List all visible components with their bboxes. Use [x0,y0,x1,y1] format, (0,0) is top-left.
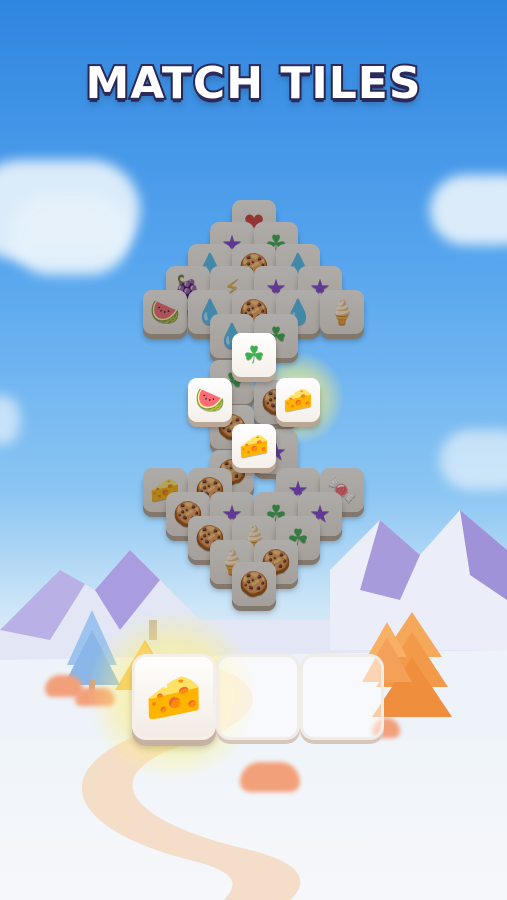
bush [240,762,300,792]
tile[interactable]: ☘ [232,333,276,377]
tile[interactable]: 🍉 [188,378,232,422]
clover-icon: ☘ [243,341,265,369]
tile[interactable]: 🧀 [232,424,276,468]
tray-slot-3 [300,654,384,740]
cheese-icon: 🧀 [145,669,203,724]
tray-slot-2 [216,654,300,740]
cheese-icon: 🧀 [239,432,269,460]
cookie-icon: 🍪 [239,570,269,598]
ice-cream-icon: 🍦 [327,298,357,326]
cloud-left-low [0,395,20,445]
cloud-right [430,175,507,245]
game-scene: MATCH TILES ❤★☘💧🍪💧🍇⚡★★🍉💧🍪💧🍦💧☘☘🍪🍪★🍪🧀🍪★🍬🍪★… [0,0,507,900]
tray-slot-1: 🧀 [132,654,216,740]
watermelon-icon: 🍉 [195,386,225,414]
match-tray: 🧀 [88,610,384,780]
watermelon-icon: 🍉 [150,298,180,326]
tile: 🍉 [143,290,187,334]
cloud-left-puff [10,195,130,275]
cheese-icon: 🧀 [283,386,313,414]
tile[interactable]: 🧀 [276,378,320,422]
tile: 🍪 [232,562,276,606]
game-title: MATCH TILES [83,56,422,111]
tile: 🍦 [320,290,364,334]
